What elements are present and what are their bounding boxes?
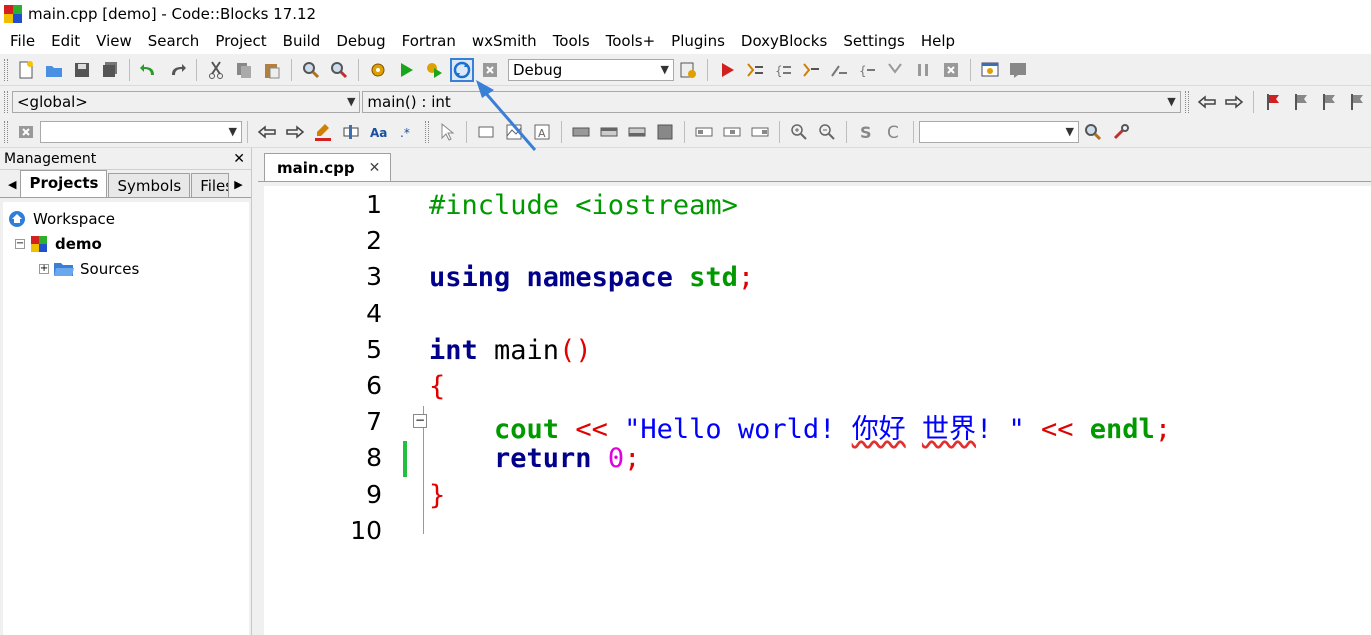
annotation-arrow	[476, 80, 537, 151]
